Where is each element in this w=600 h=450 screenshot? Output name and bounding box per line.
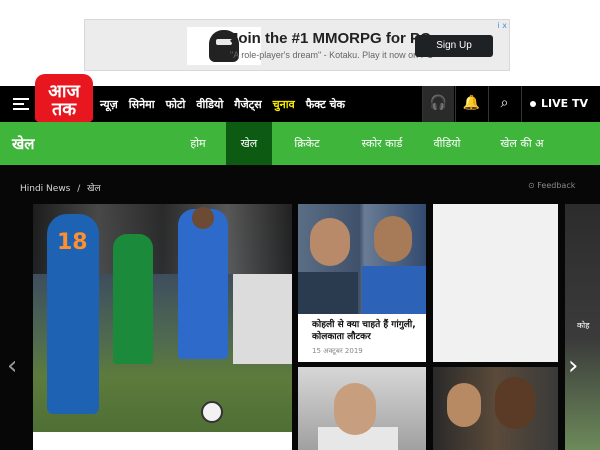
- ad-area: Join the #1 MMORPG for PC "A role-player…: [0, 0, 600, 86]
- nav-item-cinema[interactable]: सिनेमा: [129, 97, 155, 112]
- breadcrumb: Hindi News / खेल: [20, 181, 101, 194]
- story-card-placeholder[interactable]: [433, 204, 558, 362]
- story-card-date: 15 अक्टूबर 2019: [312, 347, 363, 355]
- ad-close-icon[interactable]: i x: [498, 21, 508, 30]
- tab-sports-more[interactable]: खेल की अ: [494, 122, 550, 165]
- search-button[interactable]: ⌕: [488, 86, 520, 122]
- hamburger-menu-icon[interactable]: [13, 98, 29, 110]
- nav-item-video[interactable]: वीडियो: [196, 97, 223, 112]
- story-card-image: [433, 367, 558, 450]
- ad-signup-button[interactable]: Sign Up: [415, 35, 493, 57]
- nav-item-photo[interactable]: फोटो: [166, 97, 186, 112]
- story-card-image: [298, 367, 426, 450]
- next-slide-peek-text: कोह: [577, 321, 590, 330]
- player-figure: [113, 234, 153, 364]
- stadium-banner: [233, 274, 292, 364]
- hero-caption-area: [33, 432, 292, 450]
- story-card-image: [298, 204, 426, 314]
- main-content: Hindi News / खेल ⊙ Feedback कोहली से क्य…: [0, 165, 600, 450]
- section-title: खेल: [12, 135, 35, 153]
- tab-home[interactable]: होम: [170, 122, 226, 165]
- story-card-legends[interactable]: [433, 367, 558, 450]
- story-card-headline[interactable]: कोहली से क्या चाहते हैं गांगुली, कोलकाता…: [312, 319, 420, 343]
- tab-cricket[interactable]: क्रिकेट: [278, 122, 336, 165]
- aajtak-logo[interactable]: आज तक: [35, 74, 93, 122]
- headphones-icon: 🎧: [429, 95, 448, 111]
- ad-banner[interactable]: Join the #1 MMORPG for PC "A role-player…: [84, 19, 510, 71]
- breadcrumb-home[interactable]: Hindi News: [20, 184, 70, 194]
- story-card-kohli[interactable]: कोहली से क्या चाहते हैं गांगुली, कोलकाता…: [298, 204, 426, 362]
- next-slide-peek[interactable]: कोह: [565, 204, 600, 450]
- podcast-button[interactable]: 🎧: [422, 86, 454, 122]
- breadcrumb-current: खेल: [87, 184, 101, 194]
- football-graphic: [201, 401, 223, 423]
- ad-title: Join the #1 MMORPG for PC: [230, 30, 431, 47]
- nav-item-news[interactable]: न्यूज़: [100, 97, 118, 112]
- tab-scorecard[interactable]: स्कोर कार्ड: [346, 122, 418, 165]
- ad-subtitle: "A role-player's dream" - Kotaku. Play i…: [230, 50, 434, 60]
- carousel-prev-chevron-icon[interactable]: ‹: [7, 353, 17, 379]
- section-bar: खेल होम खेल क्रिकेट स्कोर कार्ड वीडियो ख…: [0, 122, 600, 165]
- notification-button[interactable]: 🔔: [455, 86, 487, 122]
- site-header: आज तक न्यूज़ सिनेमा फोटो वीडियो गैजेट्स …: [0, 74, 600, 122]
- player-figure: [178, 207, 228, 359]
- live-dot-icon: [530, 101, 536, 107]
- feedback-label: Feedback: [537, 181, 576, 190]
- player-figure: [47, 214, 99, 414]
- breadcrumb-separator: /: [77, 184, 81, 194]
- feedback-link[interactable]: ⊙ Feedback: [528, 181, 575, 190]
- live-tv-label: LIVE TV: [541, 97, 588, 110]
- story-card-ganguly[interactable]: [298, 367, 426, 450]
- nav-item-gadgets[interactable]: गैजेट्स: [234, 97, 261, 112]
- carousel-next-chevron-icon[interactable]: ›: [568, 353, 578, 379]
- bell-icon: 🔔: [462, 95, 481, 111]
- feedback-icon: ⊙: [528, 181, 535, 190]
- tab-video[interactable]: वीडियो: [424, 122, 470, 165]
- tab-sports[interactable]: खेल: [226, 122, 272, 165]
- live-tv-button[interactable]: LIVE TV: [521, 86, 600, 122]
- main-nav: न्यूज़ सिनेमा फोटो वीडियो गैजेट्स चुनाव …: [100, 86, 356, 122]
- search-icon: ⌕: [500, 95, 509, 111]
- nav-item-fact-check[interactable]: फैक्ट चेक: [306, 97, 345, 112]
- nav-item-elections[interactable]: चुनाव: [273, 97, 295, 112]
- hero-story-image[interactable]: [33, 204, 292, 450]
